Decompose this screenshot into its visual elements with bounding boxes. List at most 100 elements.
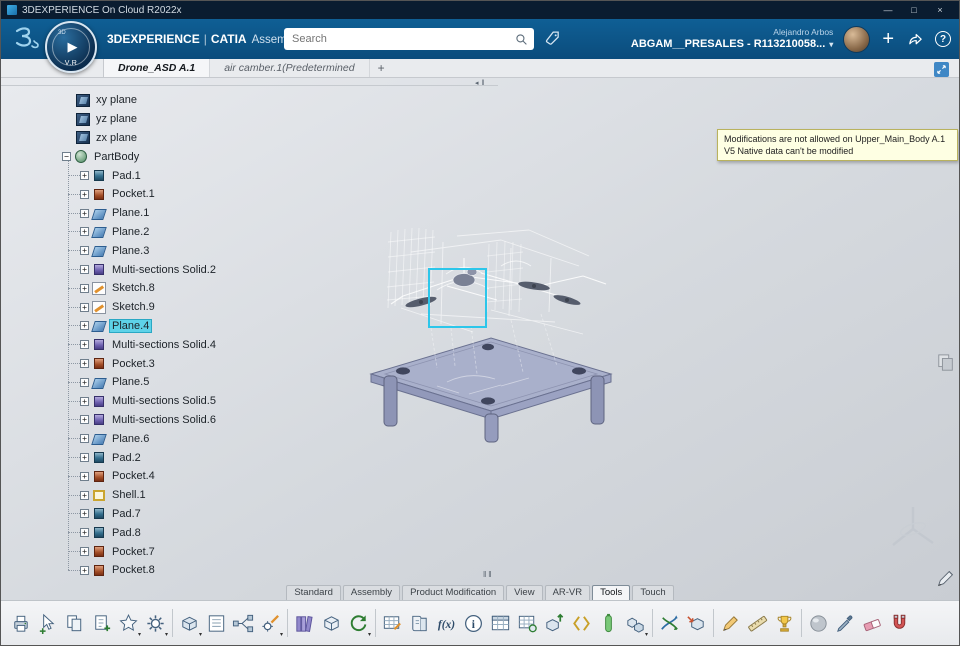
- ribbon-tab-view[interactable]: View: [506, 585, 543, 600]
- bounding-box-icon[interactable]: [318, 606, 345, 640]
- 3d-compass[interactable]: 3D ▶ V.R: [45, 21, 97, 73]
- tree-item-plane-3[interactable]: + Plane.3: [59, 241, 349, 260]
- material-sphere-icon[interactable]: [805, 606, 832, 640]
- doc-tab-drone-asd-a-1[interactable]: Drone_ASD A.1: [103, 59, 211, 77]
- exchange-arrows-icon[interactable]: [656, 606, 683, 640]
- 3ds-logo[interactable]: [9, 25, 41, 53]
- tree-expander-plus-icon[interactable]: +: [80, 302, 89, 312]
- ribbon-tab-ar-vr[interactable]: AR-VR: [544, 585, 591, 600]
- battery-level-icon[interactable]: [595, 606, 622, 640]
- tree-expander-plus-icon[interactable]: +: [80, 227, 89, 237]
- tree-expander-plus-icon[interactable]: +: [80, 265, 89, 275]
- color-picker-icon[interactable]: [832, 606, 859, 640]
- tree-item-shell-1[interactable]: + Shell.1: [59, 486, 349, 505]
- tree-item-sketch-9[interactable]: + Sketch.9: [59, 298, 349, 317]
- tree-item-xy-plane[interactable]: xy plane: [59, 91, 349, 110]
- tree-item-pocket-1[interactable]: + Pocket.1: [59, 185, 349, 204]
- share-icon[interactable]: [906, 31, 925, 48]
- tree-expander-plus-icon[interactable]: +: [80, 528, 89, 538]
- tree-expander-plus-icon[interactable]: +: [80, 471, 89, 481]
- tree-expander-minus-icon[interactable]: −: [62, 152, 71, 162]
- minimize-icon[interactable]: —: [875, 1, 901, 19]
- tree-item-pad-1[interactable]: + Pad.1: [59, 166, 349, 185]
- ribbon-tab-standard[interactable]: Standard: [286, 585, 341, 600]
- restore-layout-icon[interactable]: [934, 62, 949, 77]
- knowledge-book-icon[interactable]: [406, 606, 433, 640]
- view-axis-triad[interactable]: [883, 499, 943, 557]
- tree-expander-plus-icon[interactable]: +: [80, 565, 89, 575]
- search-icon[interactable]: [515, 33, 528, 46]
- add-content-icon[interactable]: +: [880, 29, 896, 49]
- tree-item-multi-sections-solid-4[interactable]: + Multi-sections Solid.4: [59, 335, 349, 354]
- tree-item-pocket-3[interactable]: + Pocket.3: [59, 354, 349, 373]
- tree-expander-plus-icon[interactable]: +: [80, 453, 89, 463]
- tree-expander-plus-icon[interactable]: +: [80, 509, 89, 519]
- tree-item-yz-plane[interactable]: yz plane: [59, 110, 349, 129]
- parameter-table-icon[interactable]: [514, 606, 541, 640]
- tree-expander-plus-icon[interactable]: +: [80, 547, 89, 557]
- tree-item-plane-2[interactable]: + Plane.2: [59, 223, 349, 242]
- user-avatar[interactable]: [843, 25, 871, 53]
- tree-expander-plus-icon[interactable]: +: [80, 359, 89, 369]
- viewport-3d[interactable]: [351, 216, 631, 461]
- tree-expander-plus-icon[interactable]: +: [80, 246, 89, 256]
- paste-format-icon[interactable]: [61, 606, 88, 640]
- tree-item-pocket-7[interactable]: + Pocket.7: [59, 542, 349, 561]
- expression-brackets-icon[interactable]: [568, 606, 595, 640]
- tree-item-pocket-8[interactable]: + Pocket.8: [59, 561, 349, 580]
- close-icon[interactable]: ×: [927, 1, 953, 19]
- annotation-pencil-icon[interactable]: [717, 606, 744, 640]
- edit-parameters-icon[interactable]: ▾: [257, 606, 284, 640]
- import-box-icon[interactable]: [683, 606, 710, 640]
- tree-item-pad-2[interactable]: + Pad.2: [59, 448, 349, 467]
- maximize-icon[interactable]: □: [901, 1, 927, 19]
- tree-expander-plus-icon[interactable]: +: [80, 377, 89, 387]
- tag-icon[interactable]: [544, 30, 561, 47]
- catalog-binder-icon[interactable]: [291, 606, 318, 640]
- tree-expander-plus-icon[interactable]: +: [80, 340, 89, 350]
- search-input[interactable]: [284, 33, 515, 45]
- specification-list-icon[interactable]: [203, 606, 230, 640]
- ribbon-tab-tools[interactable]: Tools: [592, 585, 631, 600]
- tree-item-partbody[interactable]: − PartBody: [59, 147, 349, 166]
- new-content-icon[interactable]: [88, 606, 115, 640]
- tree-expander-plus-icon[interactable]: +: [80, 490, 89, 500]
- tree-expander-plus-icon[interactable]: +: [80, 321, 89, 331]
- tree-item-pad-7[interactable]: + Pad.7: [59, 505, 349, 524]
- tree-item-sketch-8[interactable]: + Sketch.8: [59, 279, 349, 298]
- tree-expander-plus-icon[interactable]: +: [80, 171, 89, 181]
- tree-expander-plus-icon[interactable]: +: [80, 189, 89, 199]
- insert-existing-icon[interactable]: ▾: [176, 606, 203, 640]
- viewport-splitter-handle[interactable]: ‖‖: [483, 570, 494, 579]
- tree-item-pad-8[interactable]: + Pad.8: [59, 523, 349, 542]
- doc-tab-air-camber-1-predetermined[interactable]: air camber.1(Predetermined: [210, 59, 370, 77]
- print-icon[interactable]: [7, 606, 34, 640]
- update-refresh-icon[interactable]: ▾: [345, 606, 372, 640]
- magnet-snap-icon[interactable]: [886, 606, 913, 640]
- tree-splitter-handle[interactable]: ◂ ‖: [475, 79, 484, 88]
- information-icon[interactable]: i: [460, 606, 487, 640]
- structure-links-icon[interactable]: [230, 606, 257, 640]
- tree-expander-plus-icon[interactable]: +: [80, 283, 89, 293]
- layers-icon[interactable]: [937, 351, 955, 375]
- ribbon-tab-product-modification[interactable]: Product Modification: [402, 585, 505, 600]
- ribbon-tab-touch[interactable]: Touch: [632, 585, 674, 600]
- component-boxes-icon[interactable]: ▾: [622, 606, 649, 640]
- measure-ruler-icon[interactable]: [744, 606, 771, 640]
- favorites-icon[interactable]: ▾: [115, 606, 142, 640]
- table-icon[interactable]: [487, 606, 514, 640]
- new-tab-button[interactable]: +: [370, 59, 393, 77]
- tree-expander-plus-icon[interactable]: +: [80, 434, 89, 444]
- tree-item-plane-4[interactable]: + Plane.4: [59, 317, 349, 336]
- ribbon-tab-assembly[interactable]: Assembly: [342, 585, 401, 600]
- help-icon[interactable]: ?: [935, 31, 951, 47]
- tree-item-plane-6[interactable]: + Plane.6: [59, 429, 349, 448]
- tree-item-pocket-4[interactable]: + Pocket.4: [59, 467, 349, 486]
- formula-fx-icon[interactable]: f(x): [433, 606, 460, 640]
- tree-expander-plus-icon[interactable]: +: [80, 415, 89, 425]
- export-box-icon[interactable]: [541, 606, 568, 640]
- eraser-icon[interactable]: [859, 606, 886, 640]
- tree-item-multi-sections-solid-5[interactable]: + Multi-sections Solid.5: [59, 392, 349, 411]
- award-trophy-icon[interactable]: [771, 606, 798, 640]
- tree-expander-plus-icon[interactable]: +: [80, 396, 89, 406]
